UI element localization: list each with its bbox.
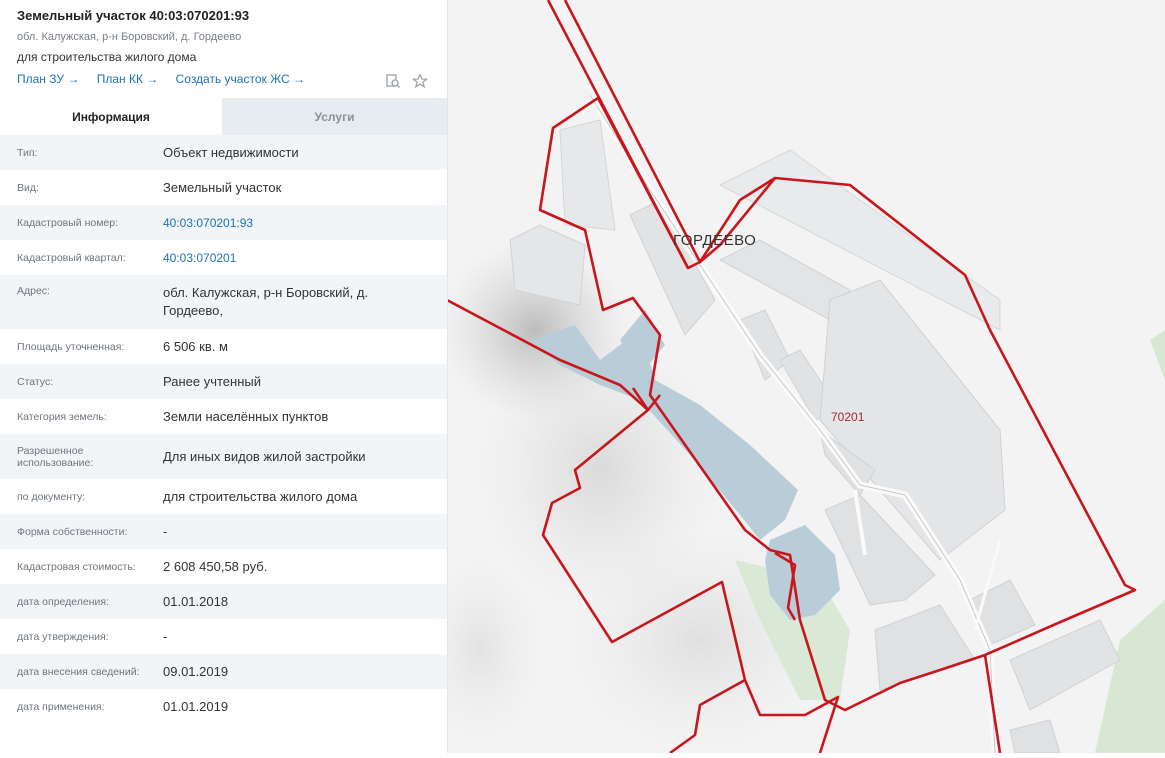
table-row: дата определения: 01.01.2018 [0, 584, 447, 619]
row-value: Ранее учтенный [163, 373, 261, 389]
row-label: Категория земель: [17, 410, 107, 423]
row-label: Кадастровый номер: [17, 216, 119, 229]
table-row: Разрешенное использование: Для иных видов… [0, 434, 447, 479]
table-row: Тип: Объект недвижимости [0, 135, 447, 170]
table-row: Площадь уточненная: 6 506 кв. м [0, 329, 447, 364]
table-row: дата применения: 01.01.2019 [0, 689, 447, 724]
row-label: Адрес: [17, 285, 50, 297]
parcel-address: обл. Калужская, р-н Боровский, д. Гордее… [17, 31, 242, 43]
row-value: Земельный участок [163, 179, 282, 195]
row-label: Разрешенное использование: [17, 444, 94, 469]
row-value: Объект недвижимости [163, 144, 299, 160]
star-icon[interactable] [411, 72, 429, 90]
row-value: 01.01.2018 [163, 593, 229, 609]
row-value: обл. Калужская, р-н Боровский, д. Гордее… [163, 285, 369, 318]
row-label: по документу: [17, 490, 86, 503]
row-label: Форма собственности: [17, 525, 128, 538]
row-label: Кадастровая стоимость: [17, 560, 136, 573]
row-value: - [163, 628, 168, 644]
row-label: дата внесения сведений: [17, 665, 140, 678]
action-links: План ЗУ → План КК → Создать участок ЖС → [17, 72, 431, 90]
row-label: Кадастровый квартал: [17, 251, 126, 264]
tab-bar: Информация Услуги [0, 98, 447, 135]
row-value: 09.01.2019 [163, 663, 229, 679]
table-row: Категория земель: Земли населённых пункто… [0, 399, 447, 434]
row-label: Площадь уточненная: [17, 340, 125, 353]
document-search-icon[interactable] [384, 72, 402, 90]
table-row: Вид: Земельный участок [0, 170, 447, 205]
table-row: дата утверждения: - [0, 619, 447, 654]
row-label: Вид: [17, 181, 39, 194]
parcel-purpose: для строительства жилого дома [17, 50, 197, 64]
attribute-table: Тип: Объект недвижимости Вид: Земельный уч… [0, 135, 447, 724]
row-value: - [163, 523, 168, 539]
parcel-title: Земельный участок 40:03:070201:93 [17, 8, 250, 23]
create-parcel-link[interactable]: Создать участок ЖС → [176, 72, 305, 86]
row-value: 6 506 кв. м [163, 338, 228, 354]
table-row: дата внесения сведений: 09.01.2019 [0, 654, 447, 689]
row-value: Земли населённых пунктов [163, 408, 329, 424]
info-panel: Земельный участок 40:03:070201:93 обл. К… [0, 0, 448, 753]
tab-services[interactable]: Услуги [222, 98, 447, 135]
table-row: Кадастровый квартал: 40:03:070201 [0, 240, 447, 275]
row-value: для строительства жилого дома [163, 488, 358, 504]
plan-kk-link[interactable]: План КК → [97, 72, 159, 86]
cadastral-quarter-link[interactable]: 40:03:070201 [163, 249, 447, 267]
map-canvas[interactable] [420, 0, 1165, 755]
plan-zu-link[interactable]: План ЗУ → [17, 72, 79, 86]
row-label: Тип: [17, 146, 38, 159]
row-value: 2 608 450,58 руб. [163, 558, 268, 574]
table-row: Кадастровый номер: 40:03:070201:93 [0, 205, 447, 240]
cadastral-number-link[interactable]: 40:03:070201:93 [163, 214, 447, 232]
row-label: дата утверждения: [17, 630, 109, 643]
table-row: по документу: для строительства жилого до… [0, 479, 447, 514]
parcel-header: Земельный участок 40:03:070201:93 обл. К… [0, 0, 447, 90]
table-row: Статус: Ранее учтенный [0, 364, 447, 399]
cadastral-map[interactable]: ГОРДЕЕВО 70201 [420, 0, 1165, 755]
row-label: дата применения: [17, 700, 105, 713]
table-row: Кадастровая стоимость: 2 608 450,58 руб. [0, 549, 447, 584]
row-label: дата определения: [17, 595, 110, 608]
table-row: Форма собственности: - [0, 514, 447, 549]
row-value: Для иных видов жилой застройки [163, 448, 366, 464]
table-row: Адрес: обл. Калужская, р-н Боровский, д. … [0, 275, 447, 329]
row-value: 01.01.2019 [163, 698, 229, 714]
row-label: Статус: [17, 375, 54, 388]
tab-information[interactable]: Информация [0, 98, 222, 135]
